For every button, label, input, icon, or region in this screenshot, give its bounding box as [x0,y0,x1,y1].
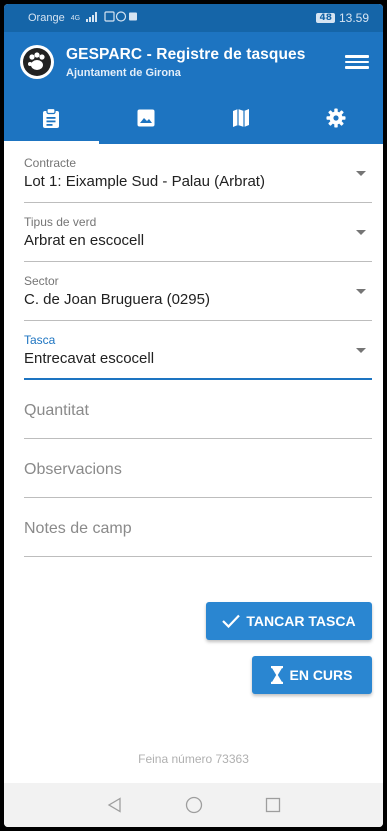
task-label: Tasca [24,333,56,347]
signal-icon [86,11,98,25]
status-bar: Orange 4G 48 13.59 [4,4,383,32]
chevron-down-icon [356,348,366,353]
sector-label: Sector [24,274,59,288]
close-task-label: TANCAR TASCA [246,613,356,629]
recents-icon[interactable] [265,797,281,813]
chevron-down-icon [356,230,366,235]
task-value: Entrecavat escocell [24,350,155,367]
green-type-value: Arbrat en escocell [24,232,145,249]
tab-map[interactable] [194,92,289,144]
map-icon [232,109,249,127]
paw-logo-icon [20,45,54,79]
tab-bar [4,92,383,144]
quantity-input[interactable]: Quantitat [24,380,372,439]
back-icon[interactable] [107,797,123,813]
app-subtitle: Ajuntament de Girona [66,66,181,79]
tab-settings[interactable] [288,92,383,144]
chevron-down-icon [356,171,366,176]
field-notes-input[interactable]: Notes de camp [24,498,372,557]
network-type: 4G [70,14,81,22]
observations-input[interactable]: Observacions [24,439,372,498]
check-icon [222,614,241,628]
image-icon [137,109,155,127]
hourglass-icon [271,666,284,684]
job-number: Feina número 73363 [138,752,249,766]
home-icon[interactable] [185,796,203,814]
clipboard-icon [43,108,60,128]
carrier-name: Orange [28,12,65,24]
green-type-select[interactable]: Tipus de verd Arbrat en escocell [24,203,372,262]
tab-photos[interactable] [99,92,194,144]
sector-select[interactable]: Sector C. de Joan Bruguera (0295) [24,262,372,321]
battery-level: 48 [316,13,335,23]
field-notes-placeholder: Notes de camp [24,520,132,537]
close-task-button[interactable]: TANCAR TASCA [206,602,372,640]
contract-label: Contracte [24,156,77,170]
observations-placeholder: Observacions [24,461,122,478]
phone-screen: Orange 4G 48 13.59 GESPARC - Registre de… [4,4,383,827]
chevron-down-icon [356,289,366,294]
task-form: Contracte Lot 1: Eixample Sud - Palau (A… [24,144,372,557]
quantity-placeholder: Quantitat [24,402,89,419]
tab-task-form[interactable] [4,92,99,144]
hamburger-icon[interactable] [345,50,369,74]
green-type-label: Tipus de verd [24,215,97,229]
app-bar: GESPARC - Registre de tasques Ajuntament… [4,32,383,92]
clock: 13.59 [338,11,369,25]
task-select[interactable]: Tasca Entrecavat escocell [24,321,372,380]
notification-icon [104,11,138,25]
android-nav-bar [4,783,383,827]
app-title: GESPARC - Registre de tasques [66,45,306,63]
contract-value: Lot 1: Eixample Sud - Palau (Arbrat) [24,173,265,190]
contract-select[interactable]: Contracte Lot 1: Eixample Sud - Palau (A… [24,144,372,203]
in-progress-button[interactable]: EN CURS [252,656,372,694]
sector-value: C. de Joan Bruguera (0295) [24,291,210,308]
in-progress-label: EN CURS [289,667,353,683]
gear-icon [326,108,346,128]
